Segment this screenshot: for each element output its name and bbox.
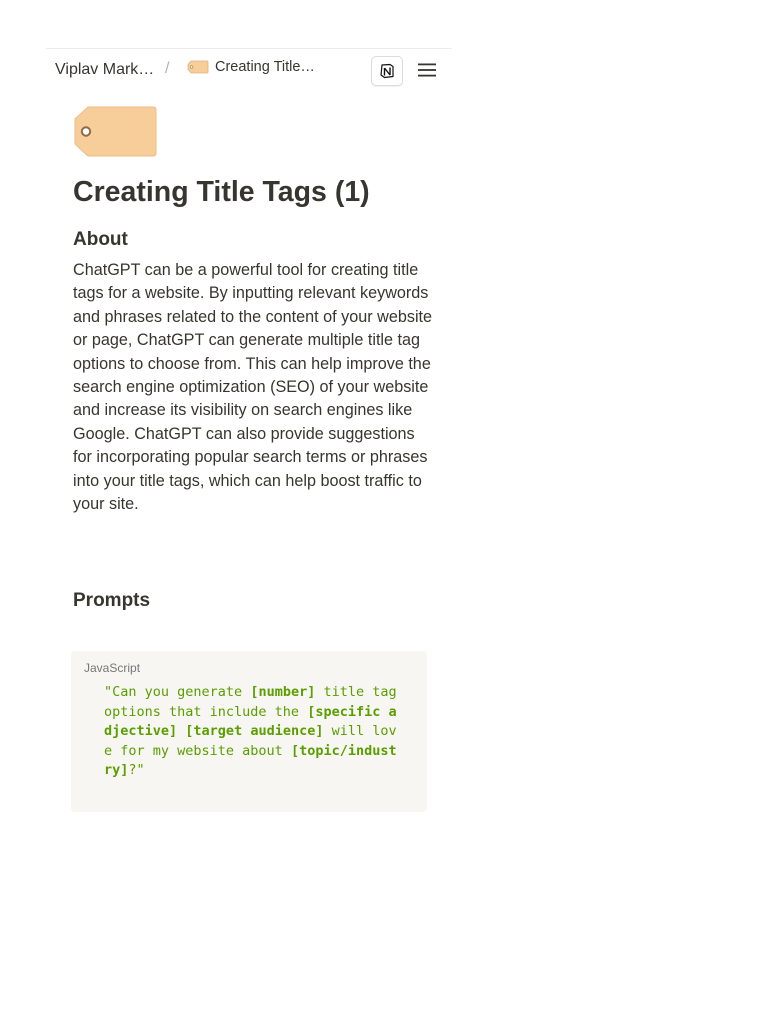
code-line: ry]?" xyxy=(104,761,397,781)
breadcrumb-workspace[interactable]: Viplav Mark… xyxy=(55,61,154,79)
about-text: ChatGPT can be a powerful tool for creat… xyxy=(73,261,433,514)
breadcrumb-separator: / xyxy=(165,60,170,77)
code-line: "Can you generate [number] title tag xyxy=(104,683,397,703)
code-placeholder: [topic/indust xyxy=(290,742,397,759)
code-language-label[interactable]: JavaScript xyxy=(84,661,140,675)
code-placeholder: [target audience] xyxy=(185,723,324,740)
price-tag-icon xyxy=(74,106,157,157)
code-placeholder: [number] xyxy=(250,684,316,700)
open-in-notion-button[interactable] xyxy=(371,56,403,86)
about-heading: About xyxy=(73,229,128,250)
price-tag-icon xyxy=(187,60,209,74)
code-placeholder: ry] xyxy=(104,762,129,779)
code-line: djective] [target audience] will lov xyxy=(104,722,397,742)
hamburger-menu-icon xyxy=(418,63,436,77)
menu-button[interactable] xyxy=(416,60,438,80)
code-line: options that include the [specific a xyxy=(104,703,397,723)
page-title: Creating Title Tags (1) xyxy=(73,176,370,208)
code-line: e for my website about [topic/indust xyxy=(104,742,397,762)
code-block: JavaScript "Can you generate [number] ti… xyxy=(71,651,427,812)
notion-logo-icon xyxy=(380,63,394,79)
code-content: "Can you generate [number] title tag opti… xyxy=(104,683,397,781)
code-placeholder: [specific a xyxy=(307,703,397,720)
breadcrumb-page[interactable]: Creating Title… xyxy=(187,59,315,75)
code-text: options that include the xyxy=(104,703,308,720)
code-text: e for my website about xyxy=(104,742,291,759)
code-text: will lov xyxy=(323,723,397,740)
breadcrumb-page-label: Creating Title… xyxy=(215,59,315,75)
code-text: title tag xyxy=(315,684,397,700)
prompts-heading: Prompts xyxy=(73,590,151,611)
code-text: "Can you generate xyxy=(104,684,251,700)
code-placeholder: djective] xyxy=(104,723,178,740)
code-text: ?" xyxy=(128,762,145,779)
top-bar: Viplav Mark… / Creating Title… xyxy=(46,48,452,91)
